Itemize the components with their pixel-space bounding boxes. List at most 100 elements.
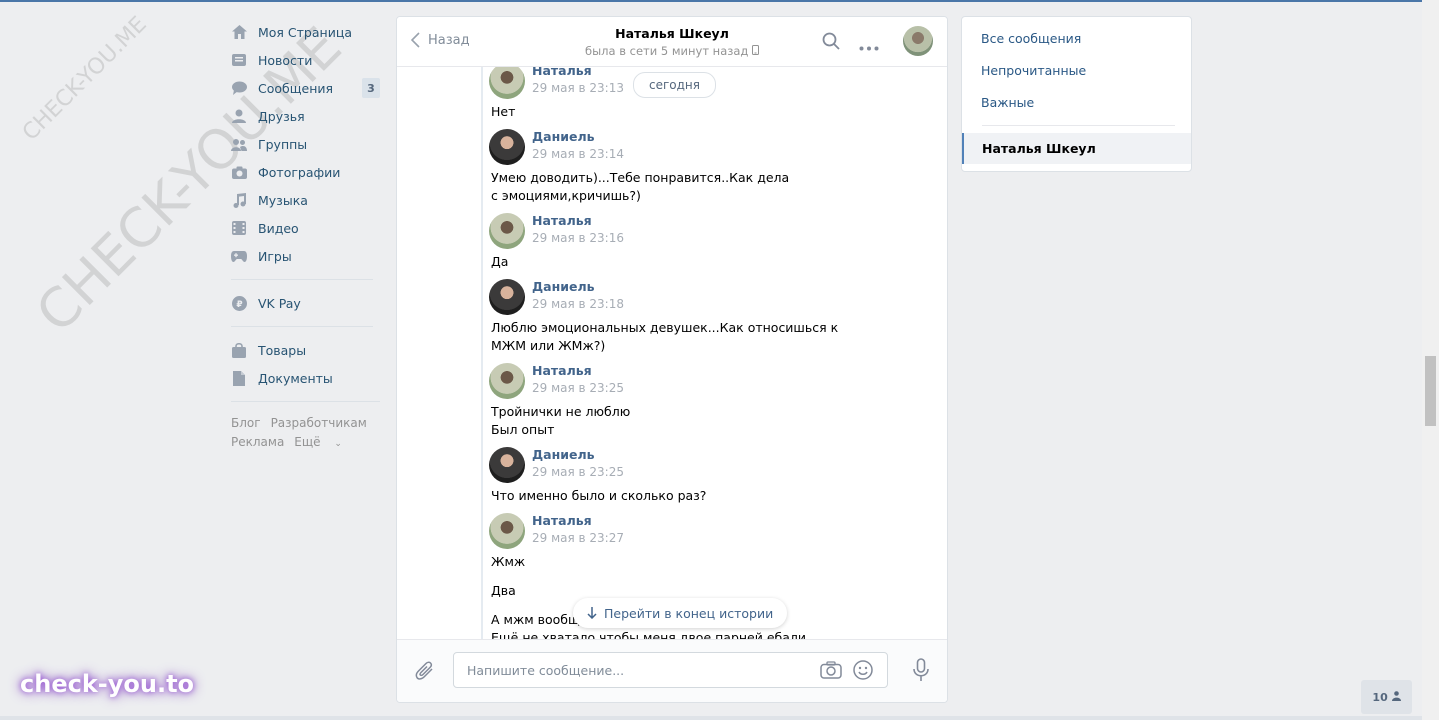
- message-sender[interactable]: Наталья: [532, 513, 592, 528]
- gamepad-icon: [231, 248, 247, 264]
- sidebar-divider: [231, 326, 373, 327]
- message-text: Умею доводить)...Тебе понравится..Как де…: [491, 170, 790, 203]
- vkpay-icon: ₽: [231, 295, 247, 311]
- sidebar-item-goods[interactable]: Товары: [228, 336, 383, 364]
- avatar[interactable]: [489, 129, 525, 165]
- message-line: Тройнички не люблю: [491, 404, 631, 419]
- avatar[interactable]: [489, 213, 525, 249]
- message-time[interactable]: 29 мая в 23:16: [532, 231, 624, 245]
- camera-icon: [231, 164, 247, 180]
- message-sender[interactable]: Наталья: [532, 363, 592, 378]
- sidebar-item-label: Сообщения: [258, 80, 334, 96]
- top-accent-line: [0, 0, 1422, 2]
- user-icon: [1391, 690, 1401, 704]
- groups-icon: [231, 136, 247, 152]
- sidebar-item-groups[interactable]: Группы: [228, 130, 383, 158]
- mobile-icon: [752, 44, 760, 58]
- sidebar-divider: [231, 401, 380, 402]
- sidebar-item-label: VK Pay: [258, 295, 301, 311]
- emoji-icon[interactable]: [853, 660, 873, 683]
- more-icon[interactable]: [859, 39, 879, 54]
- message-time[interactable]: 29 мая в 23:25: [532, 381, 624, 395]
- news-icon: [231, 52, 247, 68]
- message-time[interactable]: 29 мая в 23:14: [532, 147, 624, 161]
- message-sender[interactable]: Даниель: [532, 129, 595, 144]
- message-filters: Все сообщения Непрочитанные Важные Натал…: [961, 16, 1192, 172]
- avatar[interactable]: [489, 513, 525, 549]
- message-time[interactable]: 29 мая в 23:27: [532, 531, 624, 545]
- sidebar-item-news[interactable]: Новости: [228, 46, 383, 74]
- message-line: Жмж: [491, 554, 526, 569]
- sidebar-item-label: Новости: [258, 52, 313, 68]
- message-sender[interactable]: Даниель: [532, 279, 595, 294]
- chat-header: Назад Наталья Шкеул была в сети 5 минут …: [397, 17, 947, 67]
- filter-all-messages[interactable]: Все сообщения: [981, 31, 1081, 46]
- footer-link-ads[interactable]: Реклама: [231, 435, 284, 449]
- sidebar-item-games[interactable]: Игры: [228, 242, 383, 270]
- filter-active-conversation[interactable]: Наталья Шкеул: [962, 133, 1191, 164]
- footer-link-more[interactable]: Ещё ⌄: [294, 435, 352, 449]
- watermark-small: CHECK-YOU.ME: [18, 11, 152, 146]
- avatar[interactable]: [489, 363, 525, 399]
- sidebar-item-label: Видео: [258, 220, 299, 236]
- arrow-down-icon: [587, 607, 597, 619]
- message-text: Нет: [491, 104, 516, 119]
- sidebar-item-label: Группы: [258, 136, 308, 152]
- left-sidebar: Моя Страница Новости Сообщения 3 Друзья …: [228, 18, 383, 454]
- home-icon: [231, 24, 247, 40]
- message-text: Люблю эмоциональных девушек...Как относи…: [491, 320, 839, 353]
- sidebar-divider: [231, 279, 373, 280]
- chat-panel: Назад Наталья Шкеул была в сети 5 минут …: [396, 16, 948, 703]
- filter-unread[interactable]: Непрочитанные: [981, 63, 1086, 78]
- message-text: Тройнички не люблю Был опыт: [491, 403, 871, 439]
- page-scrollbar[interactable]: [1422, 0, 1439, 720]
- filter-divider: [982, 125, 1175, 126]
- scrollbar-thumb[interactable]: [1425, 356, 1436, 426]
- message-time[interactable]: 29 мая в 23:18: [532, 297, 624, 311]
- avatar[interactable]: [489, 447, 525, 483]
- microphone-icon[interactable]: [913, 658, 929, 685]
- music-icon: [231, 192, 247, 208]
- sidebar-item-label: Моя Страница: [258, 24, 352, 40]
- camera-icon[interactable]: [820, 661, 842, 682]
- footer-link-blog[interactable]: Блог: [231, 416, 261, 430]
- sidebar-item-label: Фотографии: [258, 164, 341, 180]
- message-text: Что именно было и сколько раз?: [491, 488, 707, 503]
- sidebar-item-label: Товары: [258, 342, 307, 358]
- chevron-down-icon: ⌄: [334, 439, 342, 449]
- message-composer: [397, 639, 947, 702]
- peer-avatar[interactable]: [903, 26, 933, 56]
- svg-text:₽: ₽: [236, 300, 242, 310]
- document-icon: [231, 370, 247, 386]
- sidebar-item-documents[interactable]: Документы: [228, 364, 383, 392]
- message-sender[interactable]: Даниель: [532, 447, 595, 462]
- sidebar-item-label: Друзья: [258, 108, 305, 124]
- sidebar-item-video[interactable]: Видео: [228, 214, 383, 242]
- message-history[interactable]: Наталья 29 мая в 23:13 Нет Даниель 29 ма…: [481, 67, 947, 640]
- video-icon: [231, 220, 247, 236]
- avatar[interactable]: [489, 67, 525, 99]
- sidebar-footer-links: Блог Разработчикам Реклама Ещё ⌄: [231, 414, 383, 454]
- sidebar-item-vkpay[interactable]: ₽ VK Pay: [228, 289, 383, 317]
- sidebar-item-my-page[interactable]: Моя Страница: [228, 18, 383, 46]
- message-time[interactable]: 29 мая в 23:13: [532, 81, 624, 95]
- messages-icon: [231, 80, 247, 96]
- filter-important[interactable]: Важные: [981, 95, 1034, 110]
- message-sender[interactable]: Наталья: [532, 67, 592, 78]
- online-friends-badge[interactable]: 10: [1361, 680, 1412, 714]
- sidebar-item-label: Документы: [258, 370, 333, 386]
- message-line: Был опыт: [491, 422, 555, 437]
- sidebar-item-label: Игры: [258, 248, 292, 264]
- paperclip-icon[interactable]: [415, 660, 435, 685]
- sidebar-item-friends[interactable]: Друзья: [228, 102, 383, 130]
- avatar[interactable]: [489, 279, 525, 315]
- sidebar-item-photos[interactable]: Фотографии: [228, 158, 383, 186]
- message-time[interactable]: 29 мая в 23:25: [532, 465, 624, 479]
- jump-to-end-button[interactable]: Перейти в конец истории: [573, 598, 788, 628]
- sidebar-item-messages[interactable]: Сообщения 3: [228, 74, 383, 102]
- message-sender[interactable]: Наталья: [532, 213, 592, 228]
- sidebar-item-music[interactable]: Музыка: [228, 186, 383, 214]
- jump-to-end-label: Перейти в конец истории: [604, 605, 774, 621]
- footer-link-developers[interactable]: Разработчикам: [271, 416, 367, 430]
- search-icon[interactable]: [822, 32, 840, 53]
